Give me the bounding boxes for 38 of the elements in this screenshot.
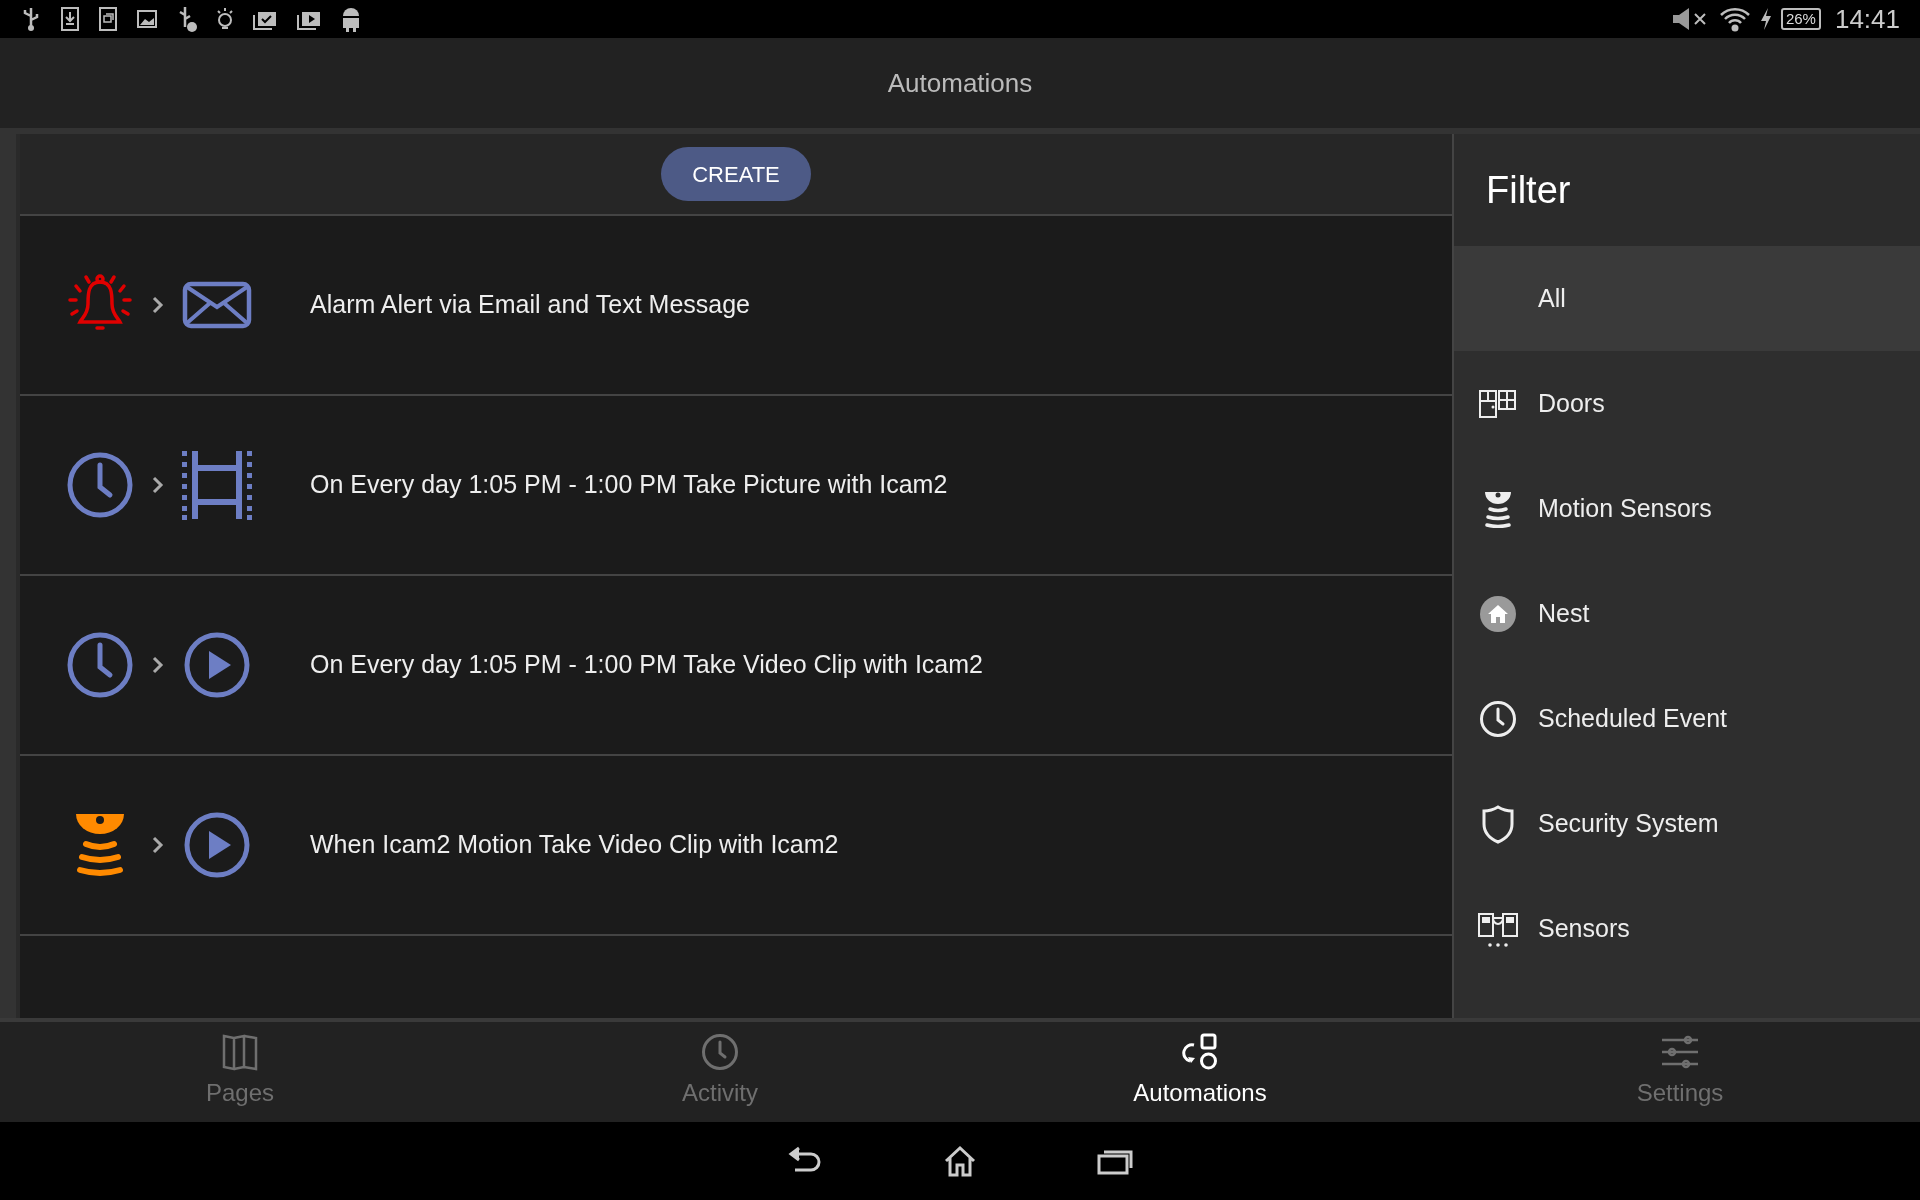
- envelope-icon: [182, 281, 252, 329]
- charging-icon: [1758, 7, 1773, 31]
- create-button[interactable]: CREATE: [661, 147, 811, 201]
- motion-sensor-icon: [74, 812, 126, 878]
- sliders-icon: [1660, 1033, 1700, 1071]
- image-icon: [136, 9, 158, 29]
- chevron-icon: [152, 836, 164, 854]
- screen-title: Automations: [887, 66, 1033, 100]
- android-icon: [340, 6, 362, 32]
- shield-icon: [1481, 803, 1515, 844]
- automation-label: On Every day 1:05 PM - 1:00 PM Take Video Clip with Icam2: [310, 649, 983, 681]
- wifi-icon: [1718, 5, 1751, 33]
- chevron-icon: [152, 656, 164, 674]
- shapes-cycle-icon: [1182, 1033, 1218, 1071]
- film-strip-icon: [182, 449, 252, 521]
- nav-tab[interactable]: Automations: [960, 1022, 1440, 1122]
- automation-label: When Icam2 Motion Take Video Clip with Icam2: [310, 829, 839, 861]
- motion-sensor-icon: [1483, 489, 1513, 528]
- doors-icon: [1479, 388, 1517, 419]
- clock-icon: [701, 1033, 739, 1071]
- clock-icon: [66, 451, 134, 519]
- lightbulb-icon: [216, 6, 234, 32]
- clock-icon: [66, 631, 134, 699]
- clock-icon: [1479, 699, 1517, 738]
- chevron-icon: [152, 296, 164, 314]
- filter-item[interactable]: All: [1454, 246, 1920, 351]
- play-icon: [183, 811, 251, 879]
- battery-level: 26%: [1780, 8, 1821, 30]
- chevron-icon: [152, 476, 164, 494]
- book-pages-icon: [222, 1033, 258, 1071]
- automation-label: Alarm Alert via Email and Text Message: [310, 289, 750, 321]
- play-icon: [183, 631, 251, 699]
- home-icon[interactable]: [943, 1145, 977, 1177]
- home-circle-icon: [1479, 594, 1517, 633]
- filter-title: Filter: [1486, 167, 1571, 213]
- download-icon: [60, 6, 80, 32]
- automation-label: On Every day 1:05 PM - 1:00 PM Take Picture with Icam2: [310, 469, 948, 501]
- clock-time: 14:41: [1834, 2, 1900, 36]
